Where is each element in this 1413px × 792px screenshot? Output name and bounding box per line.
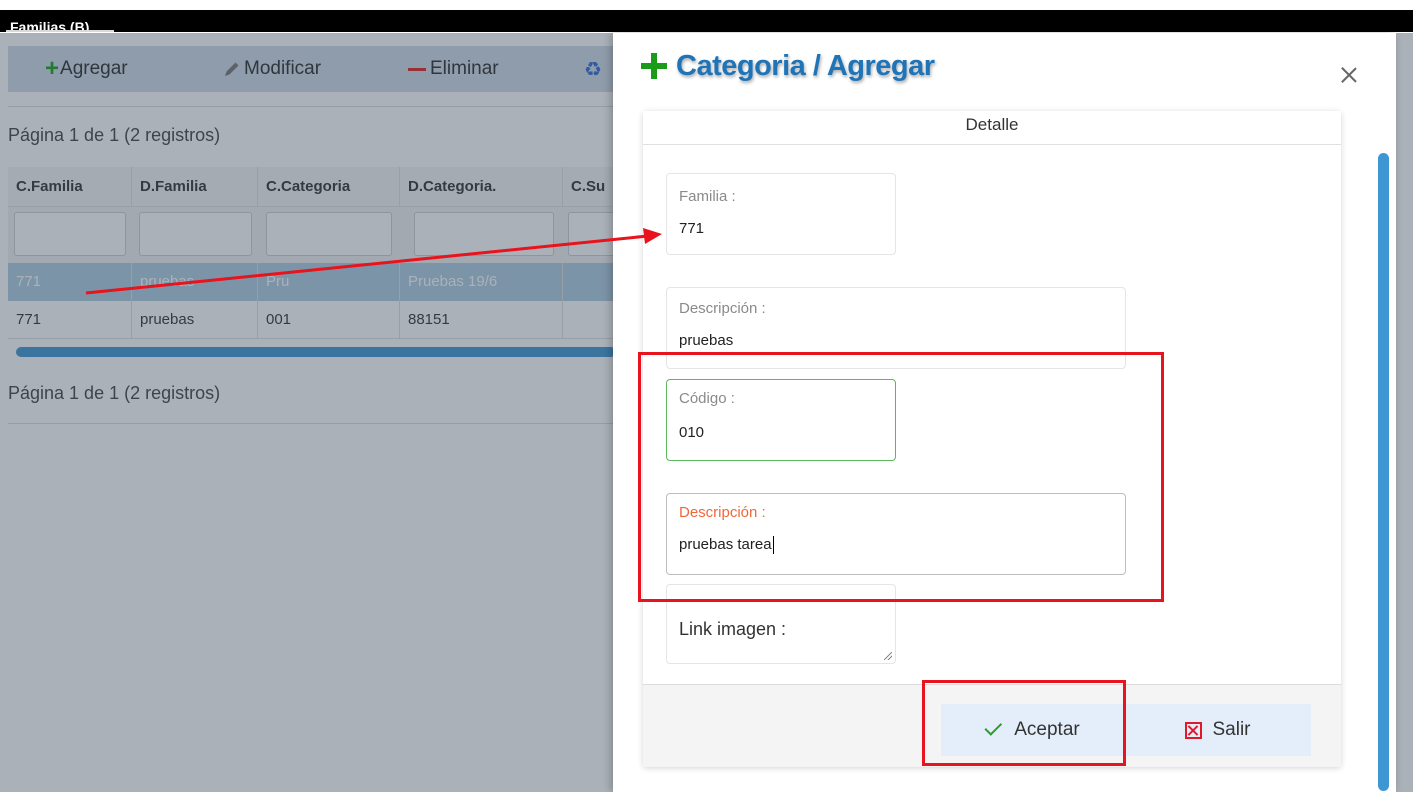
- annotation-highlight-accept: [922, 680, 1126, 766]
- annotation-highlight-fields: [638, 352, 1164, 602]
